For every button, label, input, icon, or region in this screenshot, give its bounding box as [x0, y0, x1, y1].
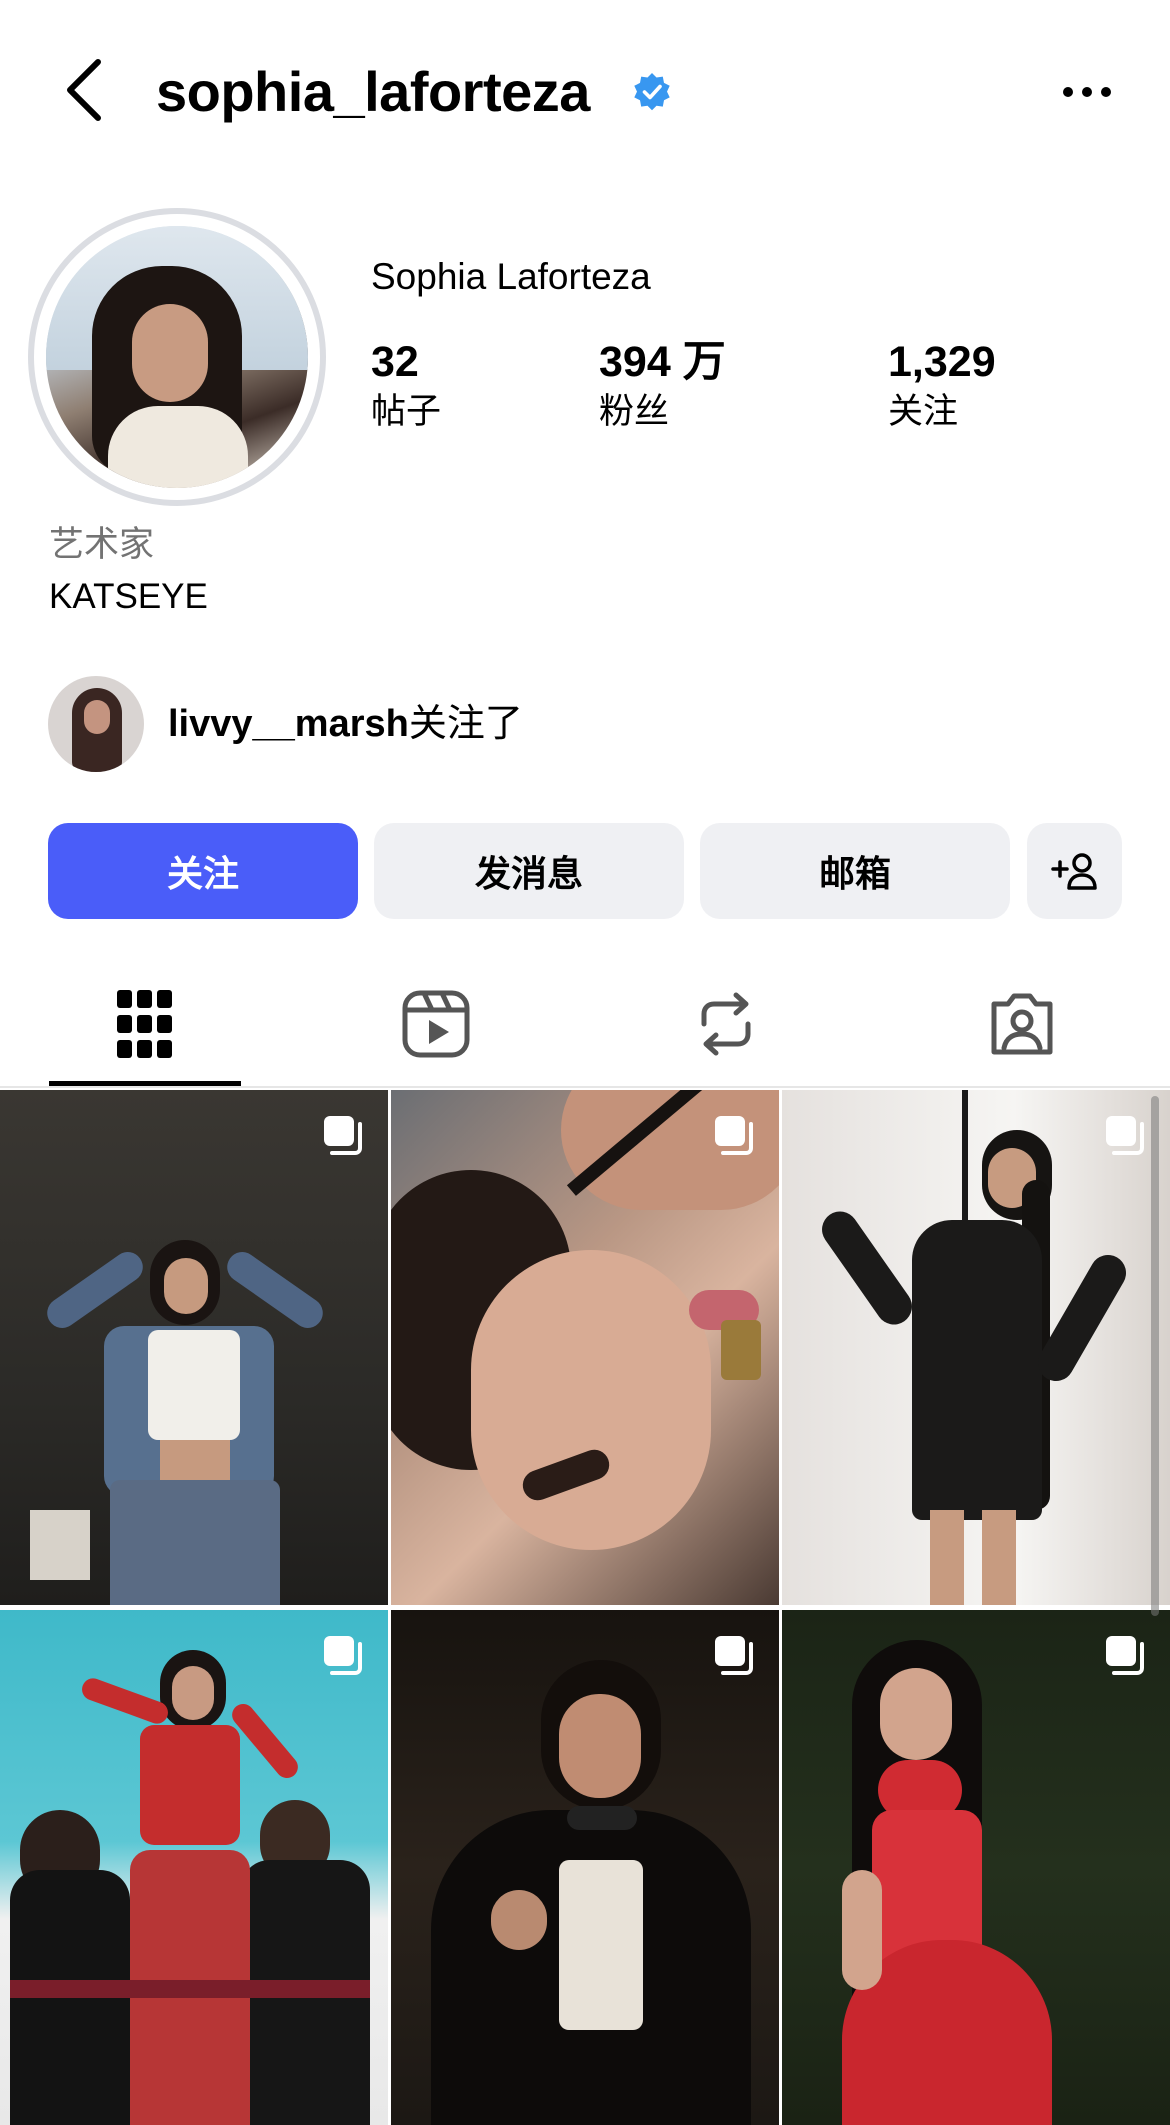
- tagged-person-icon: [991, 993, 1053, 1055]
- tab-reels[interactable]: [340, 960, 532, 1088]
- multiple-photos-icon: [715, 1636, 753, 1675]
- followed-by-suffix: 关注了: [408, 703, 523, 745]
- multiple-photos-icon: [1106, 1636, 1144, 1675]
- followed-by-row[interactable]: livvy__marsh关注了: [48, 675, 748, 773]
- more-horizontal-icon: [1063, 87, 1111, 97]
- grid-icon: [117, 990, 172, 1058]
- scrollbar[interactable]: [1151, 1096, 1159, 1616]
- posts-grid: [0, 1090, 1170, 2125]
- tab-posts[interactable]: [49, 960, 241, 1088]
- stat-following-count: 1,329: [888, 338, 996, 386]
- followed-by-text: livvy__marsh关注了: [168, 700, 523, 748]
- tabs-divider: [0, 1086, 1170, 1088]
- follow-button[interactable]: 关注: [48, 823, 358, 919]
- header: sophia_laforteza: [0, 0, 1170, 185]
- stat-following[interactable]: 1,329 关注: [888, 336, 996, 434]
- stat-following-label: 关注: [888, 392, 959, 431]
- followed-by-username: livvy__marsh: [168, 703, 409, 745]
- stat-followers-count: 394 万: [599, 338, 726, 386]
- email-button[interactable]: 邮箱: [700, 823, 1010, 919]
- add-person-icon: [1050, 853, 1097, 890]
- message-button[interactable]: 发消息: [374, 823, 684, 919]
- multiple-photos-icon: [715, 1116, 753, 1155]
- profile-bio: KATSEYE: [49, 577, 208, 616]
- multiple-photos-icon: [324, 1116, 362, 1155]
- post-tile[interactable]: [782, 1610, 1170, 2125]
- chevron-left-icon: [67, 59, 101, 121]
- post-tile[interactable]: [391, 1090, 779, 1605]
- tab-reposts[interactable]: [630, 960, 822, 1088]
- profile-tabs: [0, 960, 1170, 1088]
- stat-followers-label: 粉丝: [599, 392, 670, 431]
- profile-username: sophia_laforteza: [156, 60, 590, 123]
- suggested-accounts-button[interactable]: [1027, 823, 1122, 919]
- stat-posts[interactable]: 32 帖子: [371, 336, 441, 434]
- profile-category: 艺术家: [49, 525, 155, 564]
- multiple-photos-icon: [324, 1636, 362, 1675]
- post-tile[interactable]: [782, 1090, 1170, 1605]
- post-tile[interactable]: [391, 1610, 779, 2125]
- back-button[interactable]: [54, 52, 114, 128]
- profile-avatar: [46, 226, 308, 488]
- multiple-photos-icon: [1106, 1116, 1144, 1155]
- followed-by-avatar: [48, 676, 144, 772]
- stat-posts-label: 帖子: [371, 392, 442, 431]
- post-tile[interactable]: [0, 1610, 388, 2125]
- stat-posts-count: 32: [371, 338, 419, 386]
- tab-tagged[interactable]: [926, 960, 1118, 1088]
- post-tile[interactable]: [0, 1090, 388, 1605]
- repost-icon: [701, 992, 751, 1056]
- stat-followers[interactable]: 394 万 粉丝: [599, 336, 726, 434]
- display-name: Sophia Laforteza: [371, 256, 651, 297]
- reels-icon: [402, 990, 470, 1058]
- verified-badge-icon: [634, 73, 670, 111]
- profile-avatar-ring[interactable]: [28, 208, 326, 506]
- more-options-button[interactable]: [1055, 68, 1119, 116]
- profile-page: sophia_laforteza Sophia Laforteza 32 帖子 …: [0, 0, 1170, 2125]
